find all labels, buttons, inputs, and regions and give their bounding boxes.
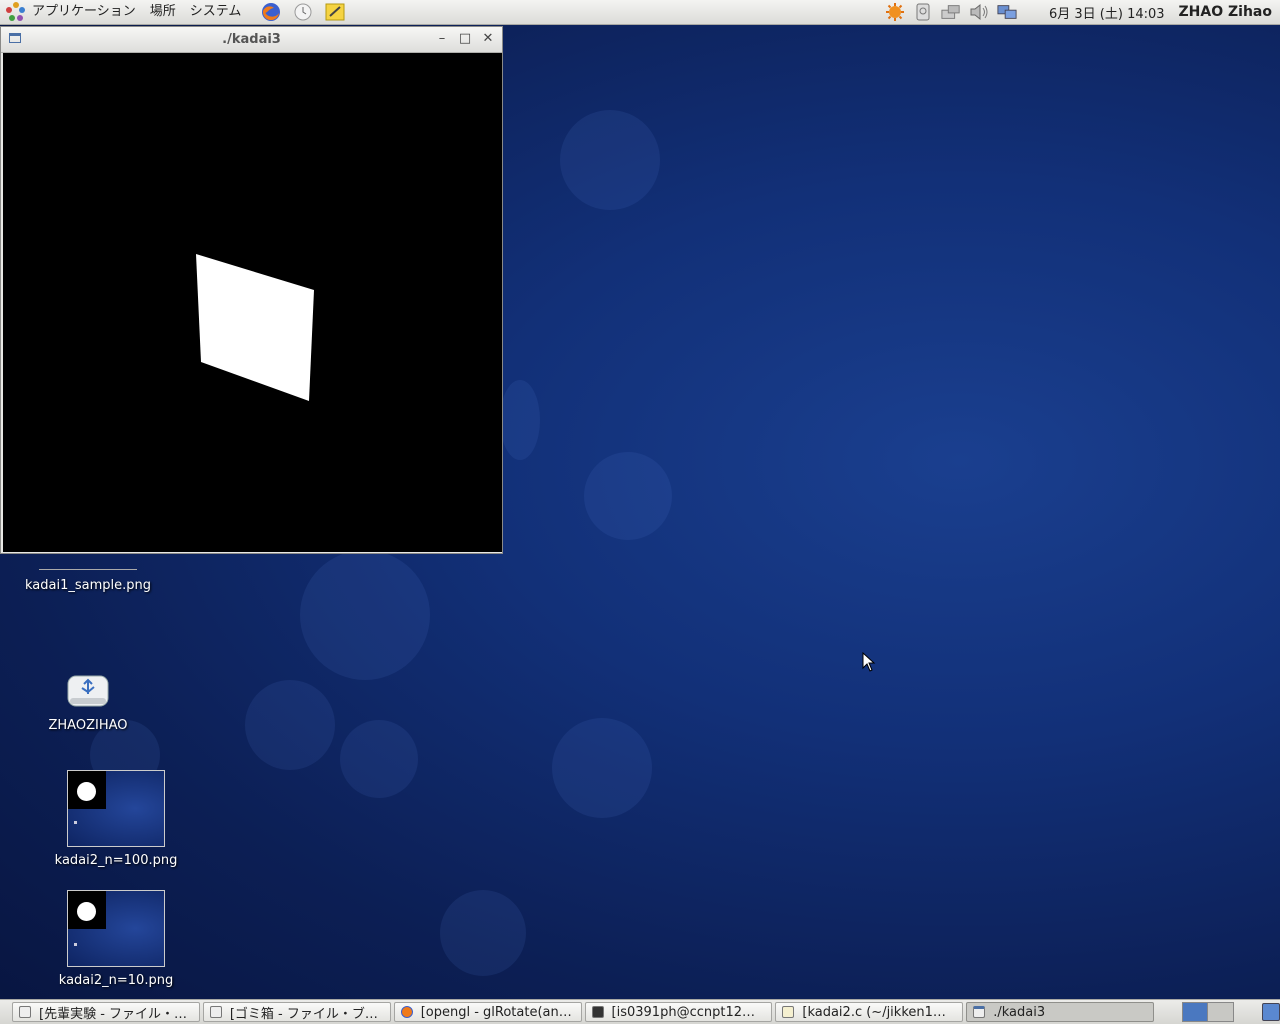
workspace-2[interactable] bbox=[1208, 1002, 1235, 1022]
bottom-panel: [先輩実験 - ファイル・… [ゴミ箱 - ファイル・ブ… [opengl - … bbox=[0, 999, 1280, 1024]
applications-menu[interactable]: アプリケーション bbox=[0, 0, 143, 24]
places-menu[interactable]: 場所 bbox=[143, 0, 183, 24]
window-titlebar[interactable]: ./kadai3 – □ ✕ bbox=[1, 27, 502, 53]
window-menu-icon[interactable] bbox=[9, 33, 21, 43]
maximize-button[interactable]: □ bbox=[456, 30, 474, 48]
desktop-icon-label: ZHAOZIHAO bbox=[48, 718, 128, 733]
taskbar-item-trash[interactable]: [ゴミ箱 - ファイル・ブ… bbox=[202, 1002, 391, 1022]
network-icon[interactable] bbox=[941, 2, 961, 22]
desktop-icon-kadai2-n10[interactable]: kadai2_n=10.png bbox=[46, 890, 186, 988]
taskbar-item-senpai-jikken[interactable]: [先輩実験 - ファイル・… bbox=[12, 1002, 200, 1022]
user-name[interactable]: ZHAO Zihao bbox=[1179, 4, 1272, 20]
system-tray: 6月 3日 (土) 14:03 ZHAO Zihao bbox=[881, 0, 1280, 24]
update-notifier-icon[interactable] bbox=[885, 2, 905, 22]
display-network-icon[interactable] bbox=[997, 2, 1017, 22]
file-manager-icon bbox=[209, 1006, 222, 1018]
desktop-icon-kadai2-n100[interactable]: kadai2_n=100.png bbox=[46, 770, 186, 868]
desktop-icon-label: kadai2_n=10.png bbox=[58, 973, 174, 988]
kadai3-window[interactable]: ./kadai3 – □ ✕ bbox=[0, 26, 503, 554]
opengl-canvas[interactable] bbox=[3, 53, 502, 552]
desktop-icon-usb-drive[interactable]: ZHAOZIHAO bbox=[40, 674, 136, 733]
taskbar-item-gedit[interactable]: [kadai2.c (~/jikken1… bbox=[775, 1002, 964, 1022]
taskbar-item-terminal[interactable]: [is0391ph@ccnpt12… bbox=[584, 1002, 773, 1022]
rotated-white-quad bbox=[196, 254, 314, 401]
system-menu[interactable]: システム bbox=[183, 0, 249, 24]
taskbar-item-kadai3[interactable]: ./kadai3 bbox=[966, 1002, 1155, 1022]
mail-clock-icon bbox=[294, 3, 312, 21]
applications-menu-label: アプリケーション bbox=[32, 4, 136, 19]
gnome-foot-icon bbox=[6, 2, 26, 22]
image-thumbnail bbox=[67, 770, 165, 847]
clock[interactable]: 6月 3日 (土) 14:03 bbox=[1049, 3, 1165, 22]
desktop-icon-label: kadai2_n=100.png bbox=[54, 853, 178, 868]
file-manager-icon bbox=[19, 1006, 31, 1018]
close-button[interactable]: ✕ bbox=[479, 30, 497, 48]
desktop-icon-kadai1-sample[interactable]: kadai1_sample.png bbox=[20, 555, 156, 593]
minimize-button[interactable]: – bbox=[433, 30, 451, 48]
usb-drive-icon bbox=[67, 675, 109, 707]
text-editor-icon bbox=[782, 1006, 795, 1018]
firefox-icon bbox=[262, 3, 281, 21]
notepad-pencil-icon bbox=[325, 3, 345, 21]
desktop-icon-label: kadai1_sample.png bbox=[24, 578, 151, 593]
image-thumbnail bbox=[67, 890, 165, 967]
disk-icon[interactable] bbox=[913, 2, 933, 22]
window-title: ./kadai3 bbox=[222, 32, 281, 47]
show-desktop-icon[interactable] bbox=[1262, 1003, 1280, 1021]
firefox-launcher[interactable] bbox=[260, 1, 282, 23]
taskbar-item-firefox[interactable]: [opengl - glRotate(an… bbox=[393, 1002, 582, 1022]
white-quad-shape bbox=[196, 254, 314, 401]
mail-launcher[interactable] bbox=[292, 1, 314, 23]
window-icon bbox=[973, 1006, 986, 1018]
volume-icon[interactable] bbox=[969, 2, 989, 22]
firefox-icon bbox=[400, 1006, 413, 1018]
top-panel: アプリケーション 場所 システム 6月 3日 (土) 14:03 ZHAO Zi… bbox=[0, 0, 1280, 25]
workspace-switcher[interactable] bbox=[1182, 1002, 1235, 1022]
terminal-icon bbox=[591, 1006, 604, 1018]
notes-launcher[interactable] bbox=[324, 1, 346, 23]
mouse-pointer-icon bbox=[862, 652, 876, 672]
workspace-1[interactable] bbox=[1182, 1002, 1209, 1022]
image-thumbnail-partial bbox=[39, 555, 137, 570]
